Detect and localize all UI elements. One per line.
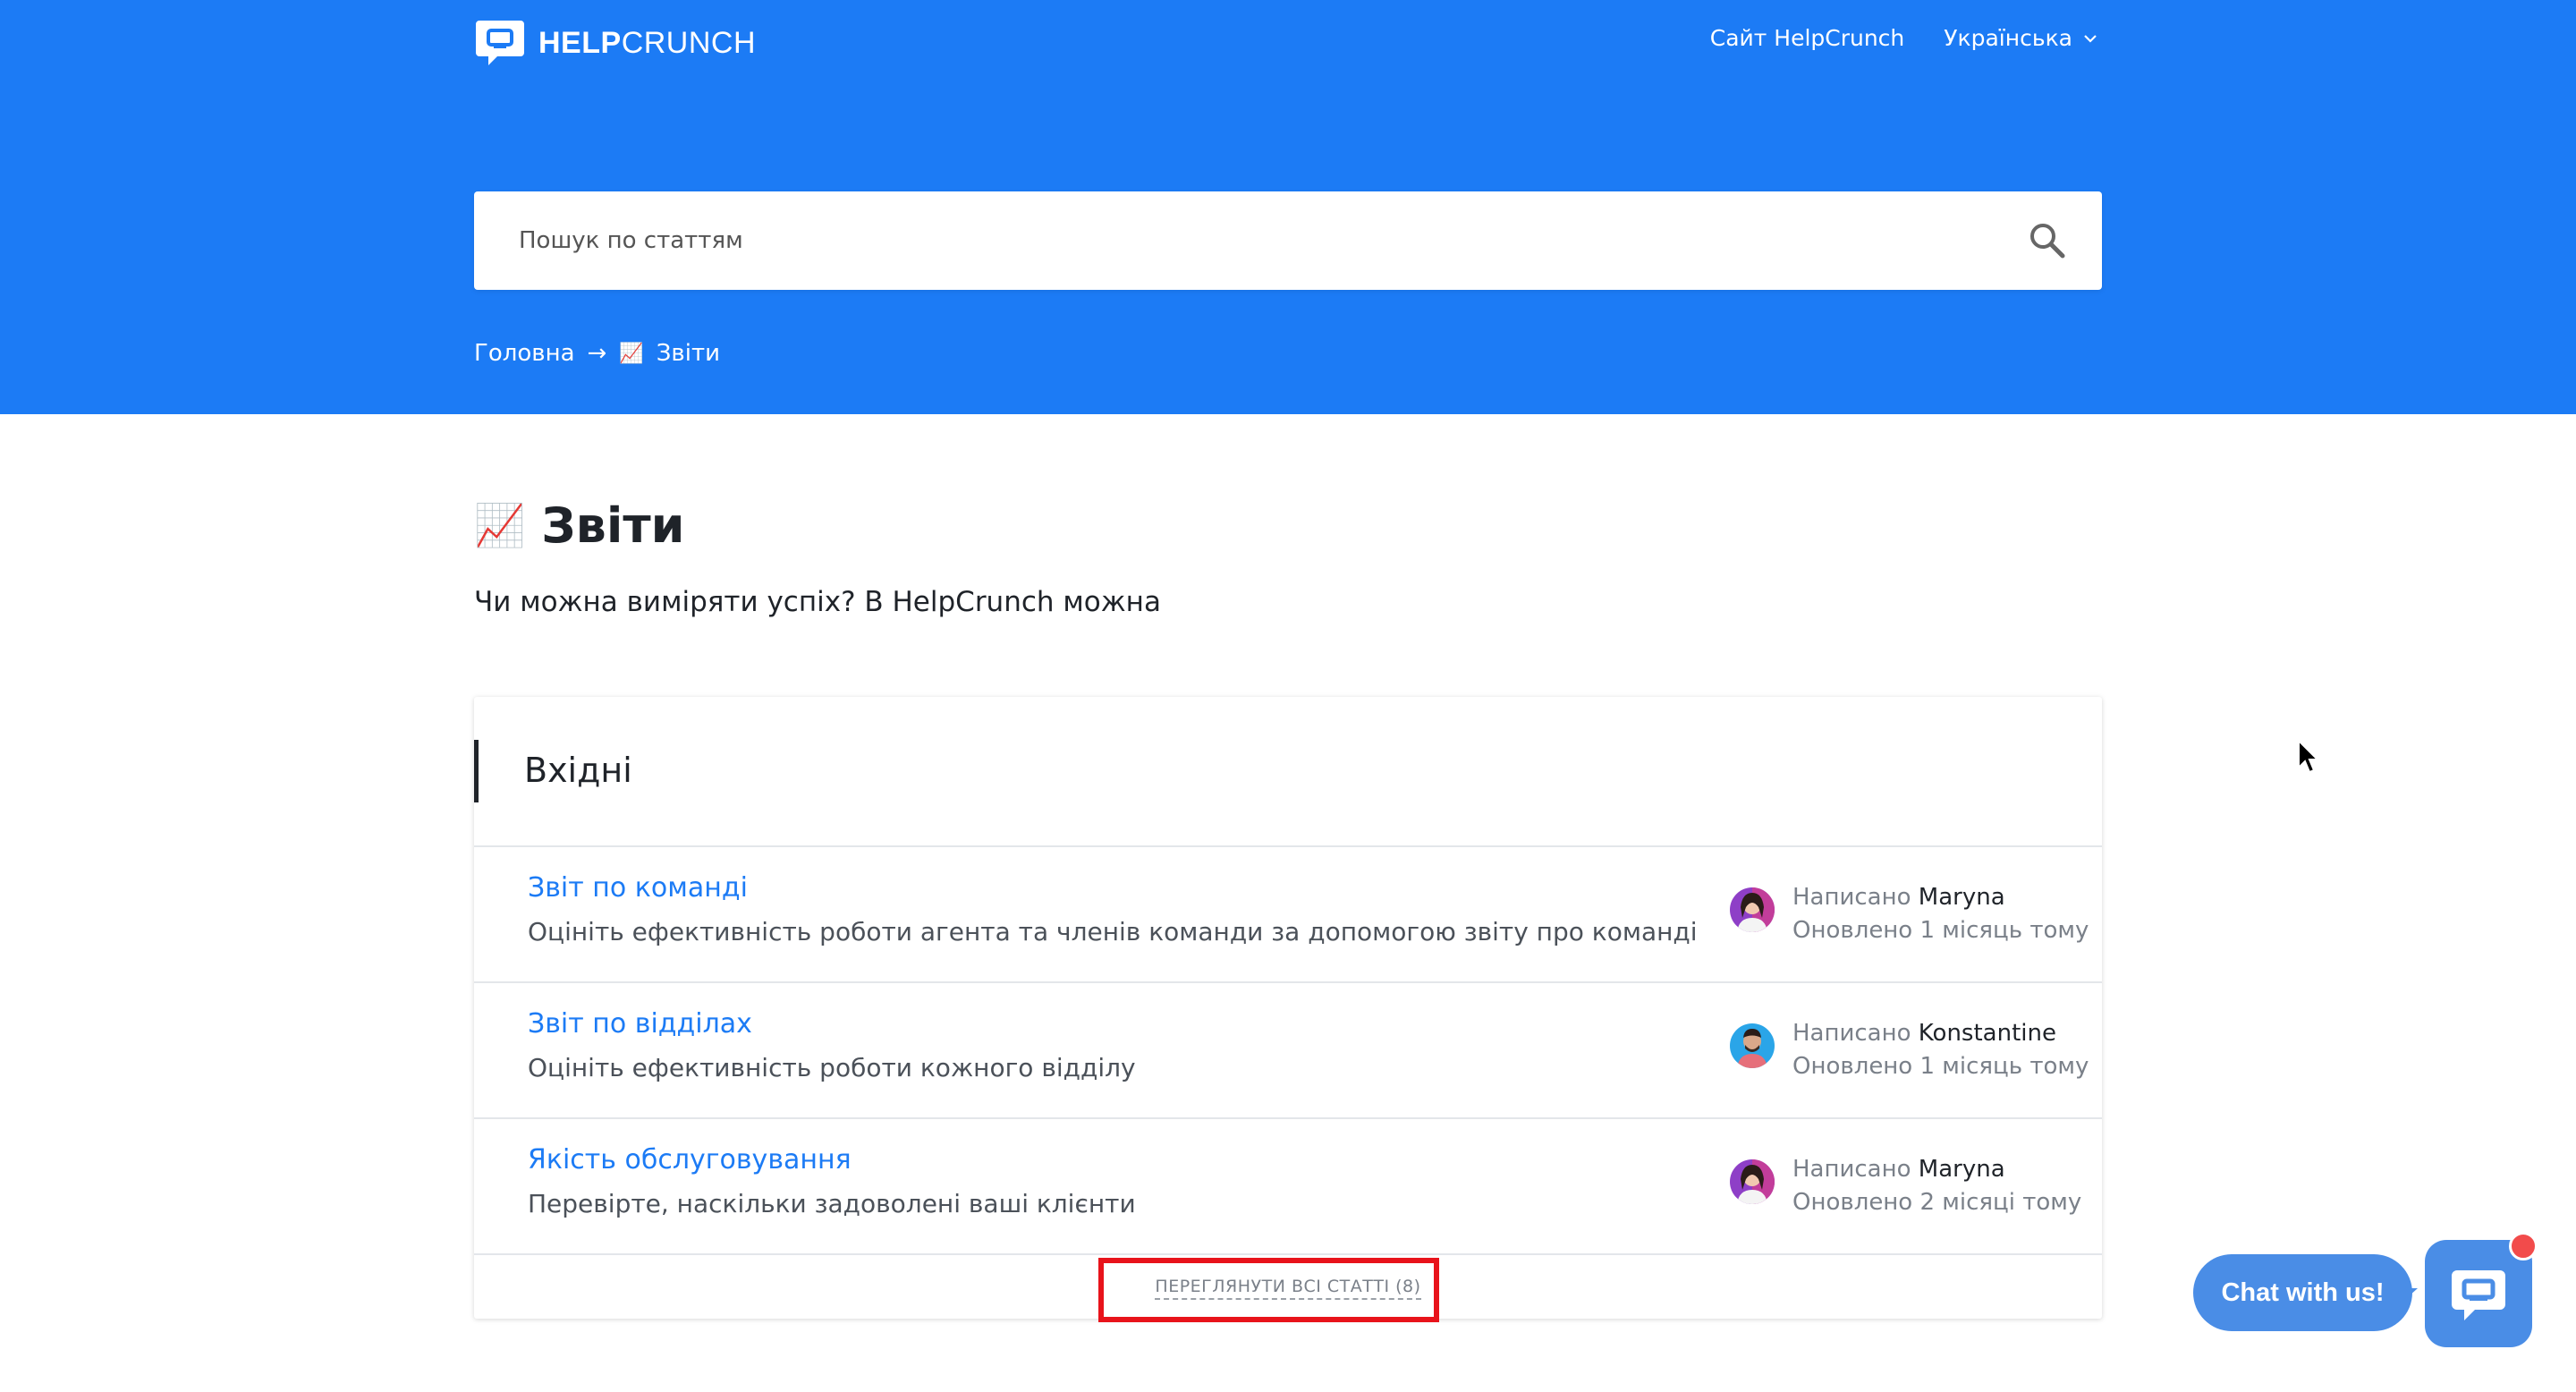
chat-with-us-bubble[interactable]: Chat with us! bbox=[2193, 1254, 2412, 1331]
author-name: Maryna bbox=[1918, 884, 2005, 911]
author-name: Konstantine bbox=[1918, 1020, 2056, 1047]
highlight-box bbox=[1098, 1258, 1439, 1322]
article-row: Звіт по команді Оцініть ефективність роб… bbox=[474, 847, 2102, 983]
article-meta: Написано Konstantine Оновлено 1 місяць т… bbox=[1792, 1017, 2089, 1083]
author-avatar bbox=[1730, 1159, 1775, 1204]
article-meta: Написано Maryna Оновлено 1 місяць тому bbox=[1792, 881, 2089, 947]
article-description: Перевірте, наскільки задоволені ваші клі… bbox=[528, 1189, 1136, 1218]
top-navigation: Сайт HelpCrunch Українська bbox=[1710, 25, 2097, 51]
article-description: Оцініть ефективність роботи кожного відд… bbox=[528, 1053, 1136, 1082]
written-label: Написано bbox=[1792, 1156, 1911, 1183]
updated-text: Оновлено 2 місяці тому bbox=[1792, 1189, 2082, 1216]
search-icon[interactable] bbox=[2027, 220, 2068, 261]
language-label: Українська bbox=[1944, 25, 2072, 51]
search-input[interactable] bbox=[474, 191, 1995, 290]
breadcrumb-home[interactable]: Головна bbox=[474, 340, 575, 367]
article-row: Якість обслуговування Перевірте, наскіль… bbox=[474, 1119, 2102, 1255]
updated-text: Оновлено 1 місяць тому bbox=[1792, 1053, 2089, 1080]
article-description: Оцініть ефективність роботи агента та чл… bbox=[528, 917, 1698, 946]
article-title-link[interactable]: Якість обслуговування bbox=[528, 1144, 852, 1176]
logo-wordmark: HELPCRUNCH bbox=[538, 25, 757, 60]
chevron-down-icon bbox=[2084, 34, 2097, 43]
author-name: Maryna bbox=[1918, 1156, 2005, 1183]
mouse-cursor-icon bbox=[2298, 739, 2320, 774]
updated-text: Оновлено 1 місяць тому bbox=[1792, 917, 2089, 944]
author-avatar bbox=[1730, 887, 1775, 932]
page-title: 📈 Звіти bbox=[474, 497, 684, 554]
notification-dot bbox=[2509, 1232, 2538, 1260]
breadcrumb: Головна → 📈 Звіти bbox=[474, 340, 720, 367]
breadcrumb-separator: → bbox=[587, 340, 607, 367]
article-meta: Написано Maryna Оновлено 2 місяці тому bbox=[1792, 1153, 2081, 1219]
chat-bubble-tail bbox=[2400, 1288, 2418, 1304]
site-link[interactable]: Сайт HelpCrunch bbox=[1710, 25, 1905, 51]
chart-emoji-icon: 📈 bbox=[474, 501, 526, 549]
author-avatar bbox=[1730, 1023, 1775, 1068]
chat-logo-icon bbox=[476, 21, 524, 65]
section-title: Вхідні bbox=[524, 751, 632, 790]
breadcrumb-current: Звіти bbox=[656, 340, 721, 367]
article-title-link[interactable]: Звіт по команді bbox=[528, 872, 748, 904]
page-description: Чи можна виміряти успіх? В HelpCrunch мо… bbox=[474, 586, 1161, 618]
article-title-link[interactable]: Звіт по відділах bbox=[528, 1008, 752, 1040]
written-label: Написано bbox=[1792, 884, 1911, 911]
article-row: Звіт по відділах Оцініть ефективність ро… bbox=[474, 983, 2102, 1119]
helpcrunch-logo[interactable]: HELPCRUNCH bbox=[474, 16, 756, 70]
written-label: Написано bbox=[1792, 1020, 1911, 1047]
page-title-text: Звіти bbox=[541, 497, 685, 554]
section-header: Вхідні bbox=[474, 697, 2102, 847]
section-accent-bar bbox=[474, 740, 479, 802]
chart-emoji-icon: 📈 bbox=[619, 342, 644, 365]
language-dropdown[interactable]: Українська bbox=[1944, 25, 2097, 51]
search-bar bbox=[474, 191, 2102, 290]
section-card: Вхідні Звіт по команді Оцініть ефективні… bbox=[474, 697, 2102, 1319]
